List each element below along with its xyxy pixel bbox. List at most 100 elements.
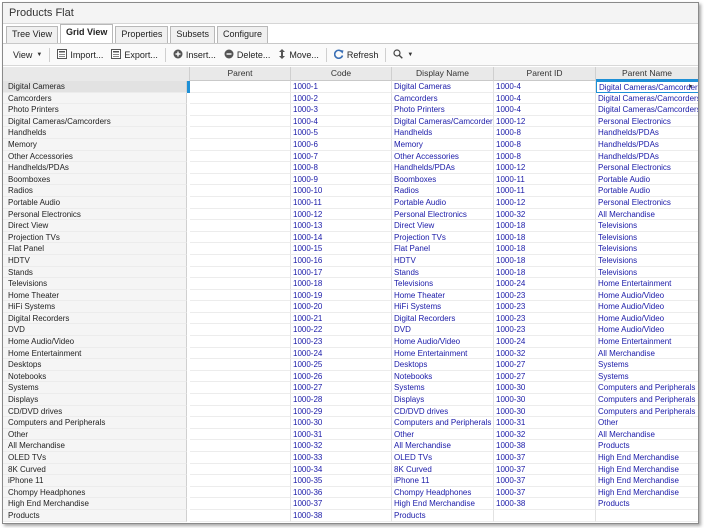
code-cell[interactable]: 1000-26 bbox=[291, 370, 392, 383]
code-cell[interactable]: 1000-37 bbox=[291, 498, 392, 510]
table-row[interactable]: 8K Curved 1000-34 8K Curved 1000-37 High End… bbox=[3, 463, 698, 476]
row-label-cell[interactable]: Digital Cameras/Camcorders bbox=[3, 115, 187, 128]
table-row[interactable]: Home Theater 1000-19 Home Theater 1000-23 Ho… bbox=[3, 289, 698, 302]
table-row[interactable]: Stands 1000-17 Stands 1000-18 Televisions bbox=[3, 266, 698, 279]
display-name-cell[interactable]: DVD bbox=[392, 324, 494, 337]
table-row[interactable]: iPhone 11 1000-35 iPhone 11 1000-37 High End… bbox=[3, 475, 698, 487]
parent-cell[interactable] bbox=[190, 440, 291, 452]
parent-name-cell[interactable]: Televisions bbox=[596, 243, 698, 255]
parent-id-cell[interactable]: 1000-24 bbox=[494, 336, 596, 348]
parent-cell[interactable] bbox=[190, 104, 291, 116]
parent-name-cell[interactable]: Portable Audio bbox=[596, 174, 698, 186]
parent-id-cell[interactable]: 1000-31 bbox=[494, 417, 596, 429]
table-row[interactable]: Boomboxes 1000-9 Boomboxes 1000-11 Portable … bbox=[3, 173, 698, 186]
table-row[interactable]: CD/DVD drives 1000-29 CD/DVD drives 1000-30… bbox=[3, 405, 698, 418]
parent-name-cell[interactable]: Televisions bbox=[596, 232, 698, 244]
table-row[interactable]: Projection TVs 1000-14 Projection TVs 1000-… bbox=[3, 231, 698, 244]
parent-name-cell[interactable]: All Merchandise bbox=[596, 429, 698, 441]
parent-cell[interactable] bbox=[190, 370, 291, 383]
parent-name-cell[interactable]: Systems bbox=[596, 359, 698, 371]
code-cell[interactable]: 1000-5 bbox=[291, 127, 392, 139]
code-cell[interactable]: 1000-12 bbox=[291, 208, 392, 221]
parent-name-cell[interactable]: Computers and Peripherals bbox=[596, 382, 698, 395]
parent-cell[interactable] bbox=[190, 417, 291, 429]
parent-cell[interactable] bbox=[190, 81, 291, 93]
parent-cell[interactable] bbox=[190, 266, 291, 279]
row-label-cell[interactable]: Stands bbox=[3, 266, 187, 279]
view-menu-button[interactable]: View ▼ bbox=[9, 46, 46, 64]
table-row[interactable]: DVD 1000-22 DVD 1000-23 Home Audio/Video bbox=[3, 324, 698, 337]
display-name-cell[interactable]: Home Theater bbox=[392, 289, 494, 302]
code-cell[interactable]: 1000-21 bbox=[291, 312, 392, 325]
export-button[interactable]: Export... bbox=[107, 46, 162, 64]
parent-cell[interactable] bbox=[190, 382, 291, 395]
display-name-cell[interactable]: Flat Panel bbox=[392, 243, 494, 255]
parent-name-cell[interactable]: High End Merchandise bbox=[596, 487, 698, 499]
row-label-cell[interactable]: HiFi Systems bbox=[3, 301, 187, 313]
code-cell[interactable]: 1000-32 bbox=[291, 440, 392, 452]
row-label-cell[interactable]: Other Accessories bbox=[3, 150, 187, 163]
parent-name-cell[interactable]: Computers and Peripherals bbox=[596, 394, 698, 406]
tab-subsets[interactable]: Subsets bbox=[170, 26, 215, 43]
parent-name-cell[interactable]: Home Entertainment bbox=[596, 336, 698, 348]
parent-cell[interactable] bbox=[190, 475, 291, 487]
display-name-cell[interactable]: Portable Audio bbox=[392, 196, 494, 209]
parent-name-cell[interactable]: Systems bbox=[596, 371, 698, 383]
parent-cell[interactable] bbox=[190, 115, 291, 128]
display-name-cell[interactable]: Desktops bbox=[392, 359, 494, 371]
parent-name-cell[interactable]: Digital Cameras/Camcorders bbox=[596, 93, 698, 105]
parent-id-cell[interactable]: 1000-18 bbox=[494, 220, 596, 232]
parent-cell[interactable] bbox=[190, 278, 291, 290]
display-name-cell[interactable]: Other bbox=[392, 428, 494, 441]
parent-name-cell[interactable]: Personal Electronics bbox=[596, 197, 698, 209]
row-label-cell[interactable]: Personal Electronics bbox=[3, 208, 187, 221]
display-name-cell[interactable]: Products bbox=[392, 509, 494, 522]
row-label-cell[interactable]: Home Theater bbox=[3, 289, 187, 302]
parent-id-cell[interactable]: 1000-32 bbox=[494, 347, 596, 360]
code-cell[interactable]: 1000-18 bbox=[291, 278, 392, 290]
code-cell[interactable]: 1000-31 bbox=[291, 428, 392, 441]
parent-cell[interactable] bbox=[190, 127, 291, 139]
display-name-cell[interactable]: Displays bbox=[392, 394, 494, 406]
code-cell[interactable]: 1000-22 bbox=[291, 324, 392, 337]
insert-button[interactable]: Insert... bbox=[169, 46, 220, 64]
parent-cell[interactable] bbox=[190, 173, 291, 186]
code-cell[interactable]: 1000-14 bbox=[291, 231, 392, 244]
row-label-cell[interactable]: Radios bbox=[3, 185, 187, 197]
display-name-cell[interactable]: Projection TVs bbox=[392, 231, 494, 244]
parent-id-cell[interactable]: 1000-32 bbox=[494, 428, 596, 441]
parent-name-cell[interactable]: Computers and Peripherals bbox=[596, 406, 698, 418]
code-cell[interactable]: 1000-25 bbox=[291, 359, 392, 371]
parent-cell[interactable] bbox=[190, 498, 291, 510]
parent-id-cell[interactable]: 1000-27 bbox=[494, 370, 596, 383]
parent-id-cell[interactable]: 1000-11 bbox=[494, 185, 596, 197]
display-name-cell[interactable]: Camcorders bbox=[392, 92, 494, 105]
display-name-cell[interactable]: Home Audio/Video bbox=[392, 336, 494, 348]
tab-configure[interactable]: Configure bbox=[216, 26, 268, 43]
parent-id-cell[interactable]: 1000-38 bbox=[494, 440, 596, 452]
row-label-cell[interactable]: Televisions bbox=[3, 278, 187, 290]
tab-tree-view[interactable]: Tree View bbox=[6, 26, 59, 43]
parent-name-cell[interactable]: Digital Cameras/Camcorders bbox=[596, 104, 698, 116]
code-cell[interactable]: 1000-34 bbox=[291, 463, 392, 476]
parent-id-cell[interactable]: 1000-30 bbox=[494, 394, 596, 406]
display-name-cell[interactable]: High End Merchandise bbox=[392, 498, 494, 510]
table-row[interactable]: HiFi Systems 1000-20 HiFi Systems 1000-23 Ho… bbox=[3, 301, 698, 313]
display-name-cell[interactable]: OLED TVs bbox=[392, 452, 494, 464]
table-row[interactable]: High End Merchandise 1000-37 High End Merc… bbox=[3, 498, 698, 510]
column-header-parent-id[interactable]: Parent ID bbox=[494, 67, 596, 81]
parent-cell[interactable] bbox=[190, 220, 291, 232]
parent-name-cell[interactable]: Home Audio/Video bbox=[596, 313, 698, 325]
display-name-cell[interactable]: iPhone 11 bbox=[392, 475, 494, 487]
display-name-cell[interactable]: HDTV bbox=[392, 254, 494, 267]
display-name-cell[interactable]: Radios bbox=[392, 185, 494, 197]
refresh-button[interactable]: Refresh bbox=[330, 46, 383, 64]
table-row[interactable]: HDTV 1000-16 HDTV 1000-18 Televisions bbox=[3, 254, 698, 267]
table-row[interactable]: Other Accessories 1000-7 Other Accessories… bbox=[3, 150, 698, 163]
parent-name-cell[interactable]: Handhelds/PDAs bbox=[596, 139, 698, 151]
row-label-cell[interactable]: 8K Curved bbox=[3, 463, 187, 476]
table-row[interactable]: Home Entertainment 1000-24 Home Entertainm… bbox=[3, 347, 698, 360]
code-cell[interactable]: 1000-23 bbox=[291, 336, 392, 348]
parent-cell[interactable] bbox=[190, 405, 291, 418]
code-cell[interactable]: 1000-35 bbox=[291, 475, 392, 487]
